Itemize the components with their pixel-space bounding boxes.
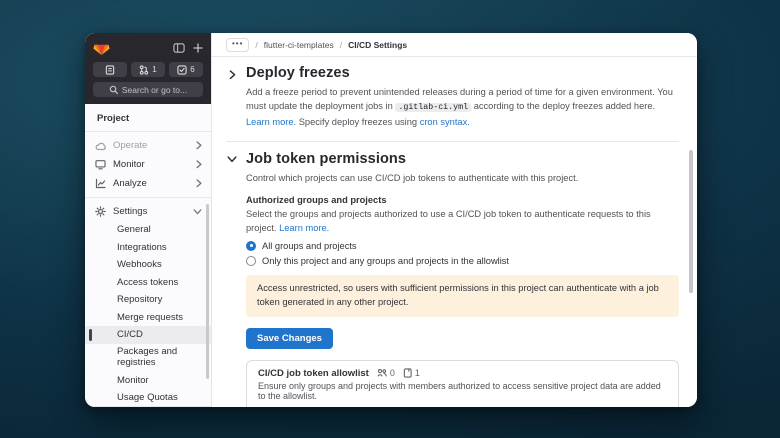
access-unrestricted-warning: Access unrestricted, so users with suffi… xyxy=(246,274,679,317)
content-scrollbar[interactable] xyxy=(689,150,693,293)
deploy-freezes-description: Add a freeze period to prevent unintende… xyxy=(246,87,673,128)
sidebar-item-webhooks[interactable]: Webhooks xyxy=(85,256,211,274)
job-token-permissions-section: Job token permissions Control which proj… xyxy=(226,151,679,407)
chart-icon xyxy=(94,178,106,189)
chevron-right-icon xyxy=(196,160,202,169)
job-token-description: Control which projects can use CI/CD job… xyxy=(246,172,579,183)
sidebar-item-cicd[interactable]: CI/CD xyxy=(85,326,211,344)
sidebar-item-general[interactable]: General xyxy=(85,221,211,239)
deploy-freezes-section: Deploy freezes Add a freeze period to pr… xyxy=(226,65,679,130)
sidebar-scrollbar[interactable] xyxy=(206,204,209,379)
learn-more-link[interactable]: Learn more. xyxy=(279,223,329,233)
project-count: 1 xyxy=(403,368,420,378)
cloud-icon xyxy=(94,141,106,151)
todos-count: 6 xyxy=(190,65,195,74)
sidebar-item-integrations[interactable]: Integrations xyxy=(85,239,211,257)
todos-button[interactable]: 6 xyxy=(169,62,203,77)
cron-syntax-link[interactable]: cron syntax. xyxy=(420,117,470,127)
collapse-sidebar-icon[interactable] xyxy=(173,42,185,54)
deploy-freezes-title: Deploy freezes xyxy=(246,65,350,81)
allowlist-description: Ensure only groups and projects with mem… xyxy=(258,380,661,401)
authorized-groups-description: Select the groups and projects authorize… xyxy=(246,209,651,234)
search-icon xyxy=(109,85,118,94)
group-count: 0 xyxy=(377,368,395,378)
create-new-icon[interactable] xyxy=(193,43,203,53)
monitor-icon xyxy=(94,159,106,170)
chevron-down-icon[interactable] xyxy=(226,151,238,407)
users-group-icon xyxy=(377,368,387,378)
project-icon xyxy=(403,368,412,378)
gitlab-ci-yml-code: .gitlab-ci.yml xyxy=(395,103,472,113)
chevron-right-icon xyxy=(196,141,202,150)
radio-only-allowlist[interactable]: Only this project and any groups and pro… xyxy=(246,255,679,266)
sidebar-header: 1 6 Search or go to... xyxy=(85,33,211,104)
radio-selected-icon[interactable] xyxy=(246,240,256,251)
sidebar-item-merge-requests[interactable]: Merge requests xyxy=(85,309,211,327)
sidebar-item-repository[interactable]: Repository xyxy=(85,291,211,309)
merge-requests-count: 1 xyxy=(152,65,157,74)
sidebar-item-usage-quotas[interactable]: Usage Quotas xyxy=(85,389,211,407)
sidebar-item-operate[interactable]: Operate xyxy=(85,136,211,155)
gitlab-app-window: 1 6 Search or go to... Project Operate M… xyxy=(85,33,697,407)
allowlist-title: CI/CD job token allowlist xyxy=(258,367,369,379)
main-content: ••• / flutter-ci-templates / CI/CD Setti… xyxy=(212,33,697,407)
sidebar-item-monitor-settings[interactable]: Monitor xyxy=(85,371,211,389)
merge-requests-button[interactable]: 1 xyxy=(131,62,165,77)
radio-all-groups-projects[interactable]: All groups and projects xyxy=(246,240,679,251)
save-changes-button[interactable]: Save Changes xyxy=(246,327,333,349)
learn-more-link[interactable]: Learn more. xyxy=(246,117,296,127)
cicd-allowlist-card: CI/CD job token allowlist 0 1 Ensure onl… xyxy=(246,359,679,407)
sidebar-item-packages-registries[interactable]: Packages and registries xyxy=(85,344,211,372)
sidebar-item-access-tokens[interactable]: Access tokens xyxy=(85,274,211,292)
sidebar-item-monitor[interactable]: Monitor xyxy=(85,155,211,174)
authorized-groups-label: Authorized groups and projects xyxy=(246,195,387,206)
gitlab-logo-icon[interactable] xyxy=(93,40,110,56)
breadcrumb-ellipsis-button[interactable]: ••• xyxy=(226,37,250,52)
breadcrumb-project-link[interactable]: flutter-ci-templates xyxy=(264,40,334,50)
radio-unselected-icon[interactable] xyxy=(246,255,256,266)
issues-button[interactable] xyxy=(93,62,127,77)
breadcrumb: ••• / flutter-ci-templates / CI/CD Setti… xyxy=(212,33,697,57)
chevron-right-icon[interactable] xyxy=(226,65,238,130)
search-input[interactable]: Search or go to... xyxy=(93,82,203,97)
help-button[interactable]: Help xyxy=(85,406,211,407)
sidebar-context-title: Project xyxy=(97,113,130,124)
job-token-title: Job token permissions xyxy=(246,150,407,167)
sidebar-item-settings[interactable]: Settings xyxy=(85,202,211,221)
chevron-down-icon xyxy=(193,208,202,215)
sidebar: 1 6 Search or go to... Project Operate M… xyxy=(85,33,212,407)
search-placeholder: Search or go to... xyxy=(121,84,188,95)
sidebar-item-analyze[interactable]: Analyze xyxy=(85,174,211,193)
sidebar-nav: Project Operate Monitor Analyze Settings… xyxy=(85,104,211,406)
gear-icon xyxy=(94,206,106,217)
chevron-right-icon xyxy=(196,179,202,188)
breadcrumb-current-page: CI/CD Settings xyxy=(348,39,408,50)
